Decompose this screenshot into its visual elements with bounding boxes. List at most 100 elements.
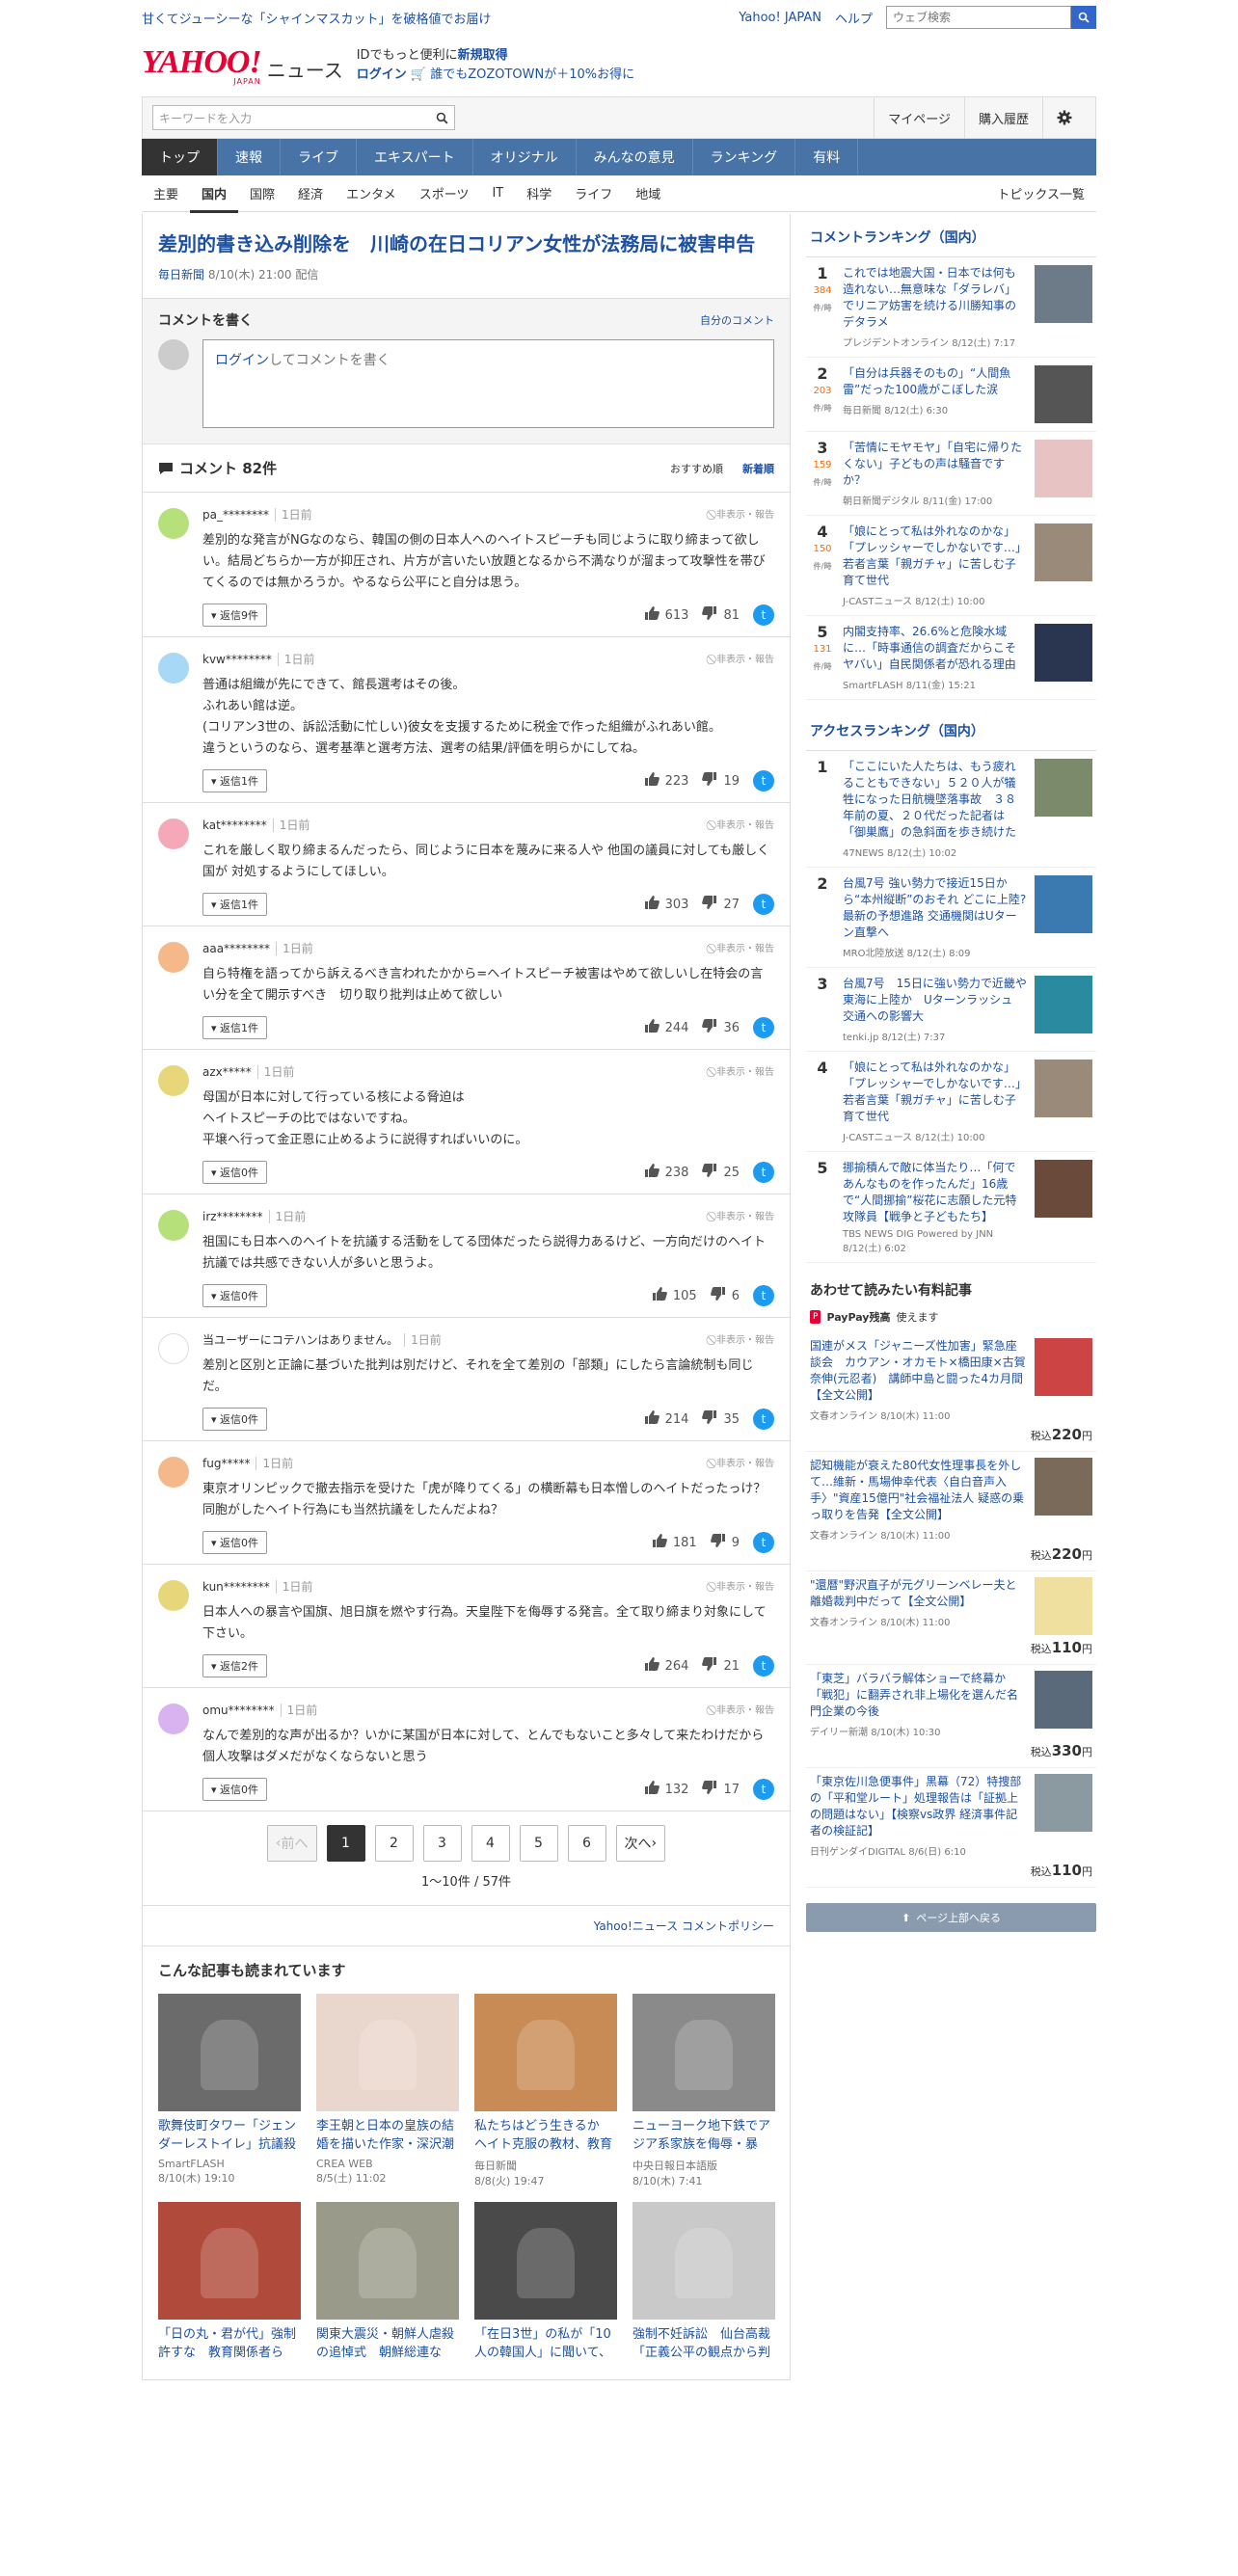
category-tab[interactable]: 国際 bbox=[238, 184, 286, 202]
category-tab[interactable]: 科学 bbox=[515, 184, 563, 202]
ranking-thumbnail[interactable] bbox=[1035, 1160, 1092, 1218]
keyword-search-input[interactable]: キーワードを入力 bbox=[152, 105, 455, 130]
twitter-share-icon[interactable]: t bbox=[753, 770, 774, 792]
next-page-button[interactable]: 次へ › bbox=[615, 1825, 666, 1862]
thumbs-up-button[interactable]: 223 bbox=[644, 771, 688, 791]
recommended-title[interactable]: 関東大震災・朝鮮人虐殺の追悼式 朝鮮総連など、都知事に追悼... bbox=[316, 2325, 459, 2362]
thumbs-up-button[interactable]: 264 bbox=[644, 1656, 688, 1676]
topics-list-link[interactable]: トピックス一覧 bbox=[985, 184, 1096, 202]
thumbs-up-button[interactable]: 214 bbox=[644, 1409, 688, 1429]
twitter-share-icon[interactable]: t bbox=[753, 1532, 774, 1553]
reply-button[interactable]: ▾ 返信1件 bbox=[202, 1016, 268, 1039]
recommended-title[interactable]: 「在日3世」の私が「10人の韓国人」に聞いて、わかった「日... bbox=[474, 2325, 617, 2362]
recommended-card[interactable]: ニューヨーク地下鉄でアジア系家族を侮辱・暴行…１０代の黒人... 中央日報日本語版… bbox=[632, 1994, 775, 2188]
ranking-thumbnail[interactable] bbox=[1035, 365, 1092, 423]
zozo-link[interactable]: 誰でもZOZOTOWNが＋10%お得に bbox=[430, 67, 634, 82]
category-tab[interactable]: エンタメ bbox=[335, 184, 408, 202]
thumbs-down-button[interactable]: 27 bbox=[702, 895, 740, 914]
paid-article-item[interactable]: 「東芝」バラバラ解体ショーで終幕か「戦犯」に翻弄され非上場化を選んだ名門企業の今… bbox=[806, 1665, 1096, 1768]
comment-login-link[interactable]: ログイン bbox=[215, 353, 269, 368]
ranking-title[interactable]: 「娘にとって私は外れなのかな」「プレッシャーでしかないです…」 若者言葉「親ガチ… bbox=[843, 523, 1033, 589]
sort-recommended[interactable]: おすすめ順 bbox=[670, 461, 723, 476]
nav-tab[interactable]: エキスパート bbox=[357, 139, 473, 175]
page-number-button[interactable]: 2 bbox=[374, 1825, 414, 1862]
comment-user[interactable]: aaa******** bbox=[202, 942, 270, 955]
hide-report-button[interactable]: ⃠ 非表示・報告 bbox=[713, 940, 774, 954]
paid-article-title[interactable]: 国連がメス「ジャニーズ性加害」緊急座談会 カウアン・オカモト×橋田康×古賀奈伸(… bbox=[810, 1338, 1027, 1404]
ranking-title[interactable]: これでは地震大国・日本では何も造れない…無意味な「ダラレバ」でリニア妨害を続ける… bbox=[843, 265, 1027, 331]
ranking-item[interactable]: 3 159 件/時 「苦情にモヤモヤ」「自宅に帰りたくない」子どもの声は騒音ですか？ 朝… bbox=[806, 432, 1096, 516]
ranking-thumbnail[interactable] bbox=[1035, 265, 1092, 323]
recommended-title[interactable]: 歌舞伎町タワー「ジェンダーレストイレ」抗議殺到でわずか4カ月... bbox=[158, 2117, 301, 2154]
recommended-title[interactable]: 強制不妊訴訟 仙台高裁「正義公平の観点から判決」 除斥期間... bbox=[632, 2325, 775, 2362]
category-tab[interactable]: 国内 bbox=[190, 174, 239, 213]
twitter-share-icon[interactable]: t bbox=[753, 1655, 774, 1677]
thumbs-up-button[interactable]: 238 bbox=[644, 1163, 688, 1182]
comment-user[interactable]: 当ユーザーにコテハンはありません。 bbox=[202, 1333, 398, 1347]
twitter-share-icon[interactable]: t bbox=[753, 1285, 774, 1306]
thumbs-up-button[interactable]: 303 bbox=[644, 895, 688, 914]
recommended-title[interactable]: ニューヨーク地下鉄でアジア系家族を侮辱・暴行…１０代の黒人... bbox=[632, 2117, 775, 2154]
hide-report-button[interactable]: ⃠ 非表示・報告 bbox=[713, 1578, 774, 1593]
reply-button[interactable]: ▾ 返信2件 bbox=[202, 1654, 268, 1677]
page-number-button[interactable]: 4 bbox=[471, 1825, 510, 1862]
article-thumbnail[interactable] bbox=[632, 1994, 775, 2111]
ranking-thumbnail[interactable] bbox=[1035, 523, 1092, 581]
reply-button[interactable]: ▾ 返信0件 bbox=[202, 1408, 268, 1431]
thumbs-down-button[interactable]: 19 bbox=[702, 771, 740, 791]
paid-article-item[interactable]: 認知機能が衰えた80代女性理事長を外して…維新・馬場伸幸代表〈自白音声入手〉"資… bbox=[806, 1452, 1096, 1571]
paid-article-title[interactable]: 「東芝」バラバラ解体ショーで終幕か「戦犯」に翻弄され非上場化を選んだ名門企業の今… bbox=[810, 1671, 1027, 1720]
twitter-share-icon[interactable]: t bbox=[753, 1779, 774, 1800]
thumbs-up-button[interactable]: 132 bbox=[644, 1780, 688, 1799]
ranking-item[interactable]: 4 150 件/時 「娘にとって私は外れなのかな」「プレッシャーでしかないです…」 若… bbox=[806, 516, 1096, 616]
reply-button[interactable]: ▾ 返信0件 bbox=[202, 1284, 268, 1307]
signup-link[interactable]: 新規取得 bbox=[458, 48, 508, 63]
thumbs-up-button[interactable]: 105 bbox=[652, 1286, 697, 1305]
article-title[interactable]: 差別的書き込み削除を 川崎の在日コリアン女性が法務局に被害申告 bbox=[143, 214, 790, 258]
thumbs-down-button[interactable]: 36 bbox=[702, 1018, 740, 1037]
ranking-title[interactable]: 「ここにいた人たちは、もう疲れることもできない」５２０人が犠牲になった日航機墜落… bbox=[843, 759, 1027, 841]
recommended-card[interactable]: 「在日3世」の私が「10人の韓国人」に聞いて、わかった「日... bbox=[474, 2202, 617, 2366]
hide-report-button[interactable]: ⃠ 非表示・報告 bbox=[713, 817, 774, 831]
nav-tab[interactable]: みんなの意見 bbox=[577, 139, 693, 175]
ranking-title[interactable]: 台風7号 強い勢力で接近15日から“本州縦断”のおそれ どこに上陸? 最新の予想… bbox=[843, 875, 1027, 941]
nav-tab[interactable]: トップ bbox=[142, 139, 218, 175]
comment-user[interactable]: azx***** bbox=[202, 1065, 252, 1079]
thumbs-down-button[interactable]: 35 bbox=[702, 1409, 740, 1429]
paid-article-thumbnail[interactable] bbox=[1035, 1671, 1092, 1729]
comment-user[interactable]: kvw******** bbox=[202, 653, 272, 666]
article-thumbnail[interactable] bbox=[158, 1994, 301, 2111]
sort-newest[interactable]: 新着順 bbox=[742, 461, 774, 476]
thumbs-up-button[interactable]: 613 bbox=[644, 605, 688, 625]
ranking-item[interactable]: 3 台風7号 15日に強い勢力で近畿や東海に上陸か Uターンラッシュ 交通への影響… bbox=[806, 968, 1096, 1052]
thumbs-up-button[interactable]: 244 bbox=[644, 1018, 688, 1037]
comment-policy-link[interactable]: Yahoo!ニュース コメントポリシー bbox=[594, 1919, 774, 1933]
reply-button[interactable]: ▾ 返信0件 bbox=[202, 1531, 268, 1554]
ranking-item[interactable]: 1 「ここにいた人たちは、もう疲れることもできない」５２０人が犠牲になった日航機墜… bbox=[806, 750, 1096, 868]
hide-report-button[interactable]: ⃠ 非表示・報告 bbox=[713, 651, 774, 665]
paid-article-thumbnail[interactable] bbox=[1035, 1338, 1092, 1396]
comment-user[interactable]: irz******** bbox=[202, 1210, 263, 1223]
ranking-thumbnail[interactable] bbox=[1035, 440, 1092, 497]
recommended-title[interactable]: 李王朝と日本の皇族の結婚を描いた作家・深沢潮が「在日コリア... bbox=[316, 2117, 459, 2154]
nav-tab[interactable]: ライブ bbox=[281, 139, 357, 175]
ranking-item[interactable]: 5 131 件/時 内閣支持率、26.6%と危険水域に…「時事通信の調査だからこそヤバ… bbox=[806, 616, 1096, 700]
ranking-thumbnail[interactable] bbox=[1035, 976, 1092, 1033]
purchase-history-link[interactable]: 購入履歴 bbox=[963, 97, 1042, 138]
paid-article-thumbnail[interactable] bbox=[1035, 1577, 1092, 1635]
ranking-thumbnail[interactable] bbox=[1035, 624, 1092, 682]
ranking-title[interactable]: 「苦情にモヤモヤ」「自宅に帰りたくない」子どもの声は騒音ですか？ bbox=[843, 440, 1027, 489]
news-logo-text[interactable]: ニュース bbox=[267, 55, 343, 83]
thumbs-down-button[interactable]: 21 bbox=[702, 1656, 740, 1676]
article-thumbnail[interactable] bbox=[632, 2202, 775, 2320]
reply-button[interactable]: ▾ 返信1件 bbox=[202, 769, 268, 792]
paid-article-title[interactable]: 認知機能が衰えた80代女性理事長を外して…維新・馬場伸幸代表〈自白音声入手〉"資… bbox=[810, 1458, 1027, 1523]
ranking-title[interactable]: 「娘にとって私は外れなのかな」「プレッシャーでしかないです…」 若者言葉「親ガチ… bbox=[843, 1060, 1033, 1125]
reply-button[interactable]: ▾ 返信1件 bbox=[202, 893, 268, 916]
reply-button[interactable]: ▾ 返信0件 bbox=[202, 1778, 268, 1801]
recommended-card[interactable]: 私たちはどう生きるか ヘイト克服の教材、教育者らが出版毎日新聞 8/8(火) 19… bbox=[474, 1994, 617, 2188]
thumbs-down-button[interactable]: 17 bbox=[702, 1780, 740, 1799]
settings-button[interactable] bbox=[1042, 97, 1086, 138]
recommended-title[interactable]: 「日の丸・君が代」強制許すな 教育関係者ら「新たな戦前」へ... bbox=[158, 2325, 301, 2362]
ranking-title[interactable]: 台風7号 15日に強い勢力で近畿や東海に上陸か Uターンラッシュ 交通への影響大 bbox=[843, 976, 1027, 1025]
